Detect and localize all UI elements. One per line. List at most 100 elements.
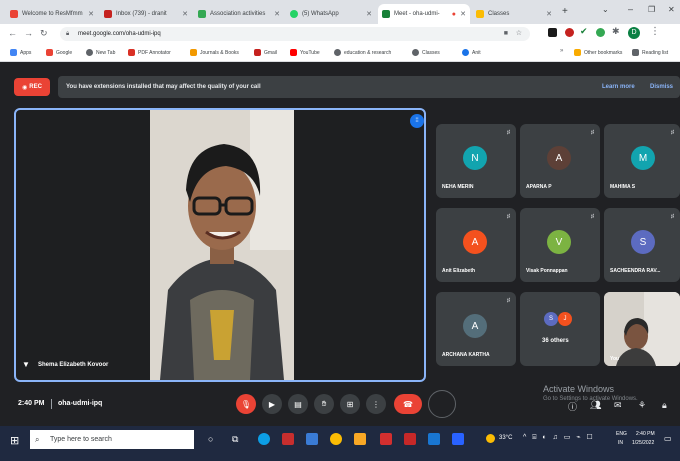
app-icon[interactable] <box>282 433 294 445</box>
app-icon[interactable] <box>306 433 318 445</box>
mic-off-icon: ♯ <box>671 130 674 136</box>
task-view-icon[interactable]: ⧉ <box>232 434 238 445</box>
lock-icon: 🔒︎ <box>66 31 70 37</box>
close-icon[interactable]: ✕ <box>460 10 466 18</box>
bookmark-other[interactable]: Other bookmarks <box>574 49 622 56</box>
participant-tile[interactable]: ♯ A ARCHANA KARTHA <box>436 292 516 366</box>
bookmark-new-tab[interactable]: New Tab <box>86 49 115 56</box>
chat-icon[interactable]: ✉ <box>614 400 622 411</box>
bookmark-journals[interactable]: Journals & Books <box>190 49 239 56</box>
tab-classes[interactable]: Classes ✕ <box>472 4 556 24</box>
activate-circle <box>428 390 456 418</box>
presenter-tile[interactable]: ⁞⁞ ▼ Shema Elizabeth Kovoor <box>14 108 426 382</box>
bookmark-reading-list[interactable]: Reading list <box>632 49 668 56</box>
profile-avatar[interactable]: D <box>628 27 640 39</box>
url-field[interactable]: 🔒︎ meet.google.com/oha-udmi-ipq ■ ☆ <box>60 27 530 41</box>
language-indicator[interactable]: ENG <box>616 431 627 437</box>
present-button[interactable]: ⊞ <box>340 394 360 414</box>
participant-tile[interactable]: ♯ N NEHA MERIN <box>436 124 516 198</box>
url-text: meet.google.com/oha-udmi-ipq <box>78 31 161 37</box>
bookmark-youtube[interactable]: YouTube <box>290 49 320 56</box>
bookmark-classes[interactable]: Classes <box>412 49 440 56</box>
participant-tile[interactable]: ♯ M MAHIMA S <box>604 124 680 198</box>
tab-title: Inbox (739) - dranit <box>116 11 167 17</box>
system-tray-icons[interactable]: ^ ⌸ ◐ ♫ ▭ ⌁ ☐ <box>523 433 595 442</box>
self-view-tile[interactable]: You <box>604 292 680 366</box>
lock-icon[interactable]: 🔒︎ <box>662 400 667 411</box>
weather-temp[interactable]: 33°C <box>499 435 512 441</box>
edge-icon[interactable] <box>258 433 270 445</box>
taskbar-search-input[interactable]: ⌕ Type here to search <box>30 430 194 449</box>
bookmark-label: Gmail <box>264 49 278 56</box>
check-icon[interactable]: ✔ <box>580 26 588 37</box>
others-tile[interactable]: S J 36 others <box>520 292 600 366</box>
notification-icon[interactable]: ▭ <box>664 434 672 443</box>
extension-icon[interactable] <box>565 28 574 37</box>
participant-tile[interactable]: ♯ A Anit Elizabeth <box>436 208 516 282</box>
chrome-icon[interactable] <box>330 433 342 445</box>
menu-icon[interactable]: ⋮ <box>650 26 660 37</box>
clock-date[interactable]: 1/25/2022 <box>632 440 654 446</box>
learn-more-link[interactable]: Learn more <box>602 76 635 98</box>
mic-off-button[interactable]: 🎙︎ <box>236 394 256 414</box>
app-icon[interactable] <box>452 433 464 445</box>
close-icon[interactable]: ✕ <box>182 10 188 18</box>
leave-call-button[interactable]: ☎︎ <box>394 394 422 414</box>
weather-icon[interactable] <box>486 434 495 443</box>
close-icon[interactable]: ✕ <box>274 10 280 18</box>
app-icon[interactable] <box>380 433 392 445</box>
close-icon[interactable]: ✕ <box>546 10 552 18</box>
bookmark-pdf-annotator[interactable]: PDF Annotator <box>128 49 171 56</box>
participant-tile[interactable]: ♯ V Visak Ponnappan <box>520 208 600 282</box>
people-icon[interactable]: 👥︎ <box>590 400 601 411</box>
window-close-button[interactable]: ✕ <box>668 5 675 14</box>
meeting-code: oha-udmi-ipq <box>58 400 103 407</box>
info-icon[interactable]: ⓘ <box>568 400 577 413</box>
cortana-icon[interactable]: ○ <box>208 434 213 444</box>
file-explorer-icon[interactable] <box>354 433 366 445</box>
new-tab-button[interactable]: + <box>562 6 568 17</box>
back-arrow-icon[interactable]: ← <box>8 28 17 38</box>
tab-meet[interactable]: Meet - oha-udmi- ● ✕ <box>378 4 470 24</box>
extension-icon[interactable] <box>596 28 605 37</box>
captions-button[interactable]: ▤ <box>288 394 308 414</box>
clock-time[interactable]: 2:40 PM <box>636 431 655 437</box>
star-icon[interactable]: ☆ <box>516 27 522 41</box>
dismiss-link[interactable]: Dismiss <box>650 76 673 98</box>
participant-tile[interactable]: ♯ A APARNA P <box>520 124 600 198</box>
pdf-icon[interactable] <box>404 433 416 445</box>
bookmark-apps[interactable]: Apps <box>10 49 31 56</box>
activities-icon[interactable]: ⚘ <box>638 400 646 411</box>
reload-icon[interactable]: ↻ <box>40 28 48 39</box>
puzzle-icon[interactable]: ✱ <box>612 26 620 37</box>
forward-arrow-icon[interactable]: → <box>24 28 33 38</box>
bookmark-gmail[interactable]: Gmail <box>254 49 277 56</box>
tab-whatsapp[interactable]: (5) WhatsApp ✕ <box>286 4 376 24</box>
banner-text: You have extensions installed that may a… <box>66 84 261 90</box>
close-icon[interactable]: ✕ <box>88 10 94 18</box>
windows-start-icon[interactable]: ⊞ <box>10 434 19 447</box>
extension-icon[interactable] <box>548 28 557 37</box>
tab-welcome[interactable]: Welcome to ResMfmm ✕ <box>6 4 98 24</box>
camera-icon[interactable]: ■ <box>504 27 508 41</box>
chevron-double-right-icon[interactable]: » <box>560 48 563 54</box>
bookmark-label: Anit <box>472 49 481 56</box>
pin-icon[interactable]: ▼ <box>22 360 30 369</box>
bookmark-education[interactable]: education & research <box>334 49 391 56</box>
divider <box>51 399 52 409</box>
raise-hand-button[interactable]: ✋︎ <box>314 394 334 414</box>
more-options-button[interactable]: ⋮ <box>366 394 386 414</box>
bookmark-label: education & research <box>344 49 392 56</box>
close-icon[interactable]: ✕ <box>366 10 372 18</box>
minimize-button[interactable]: – <box>628 4 633 14</box>
app-icon[interactable] <box>428 433 440 445</box>
tab-search-icon[interactable]: ⌄ <box>602 5 609 14</box>
avatar: A <box>463 230 487 254</box>
participant-tile[interactable]: ♯ S SACHEENDRA RAV... <box>604 208 680 282</box>
camera-button[interactable]: ▶ <box>262 394 282 414</box>
bookmark-google[interactable]: Google <box>46 49 72 56</box>
maximize-button[interactable]: ❐ <box>648 5 655 14</box>
tab-gmail[interactable]: Inbox (739) - dranit ✕ <box>100 4 192 24</box>
bookmark-anit[interactable]: Anit <box>462 49 481 56</box>
tab-association[interactable]: Association activities ✕ <box>194 4 284 24</box>
